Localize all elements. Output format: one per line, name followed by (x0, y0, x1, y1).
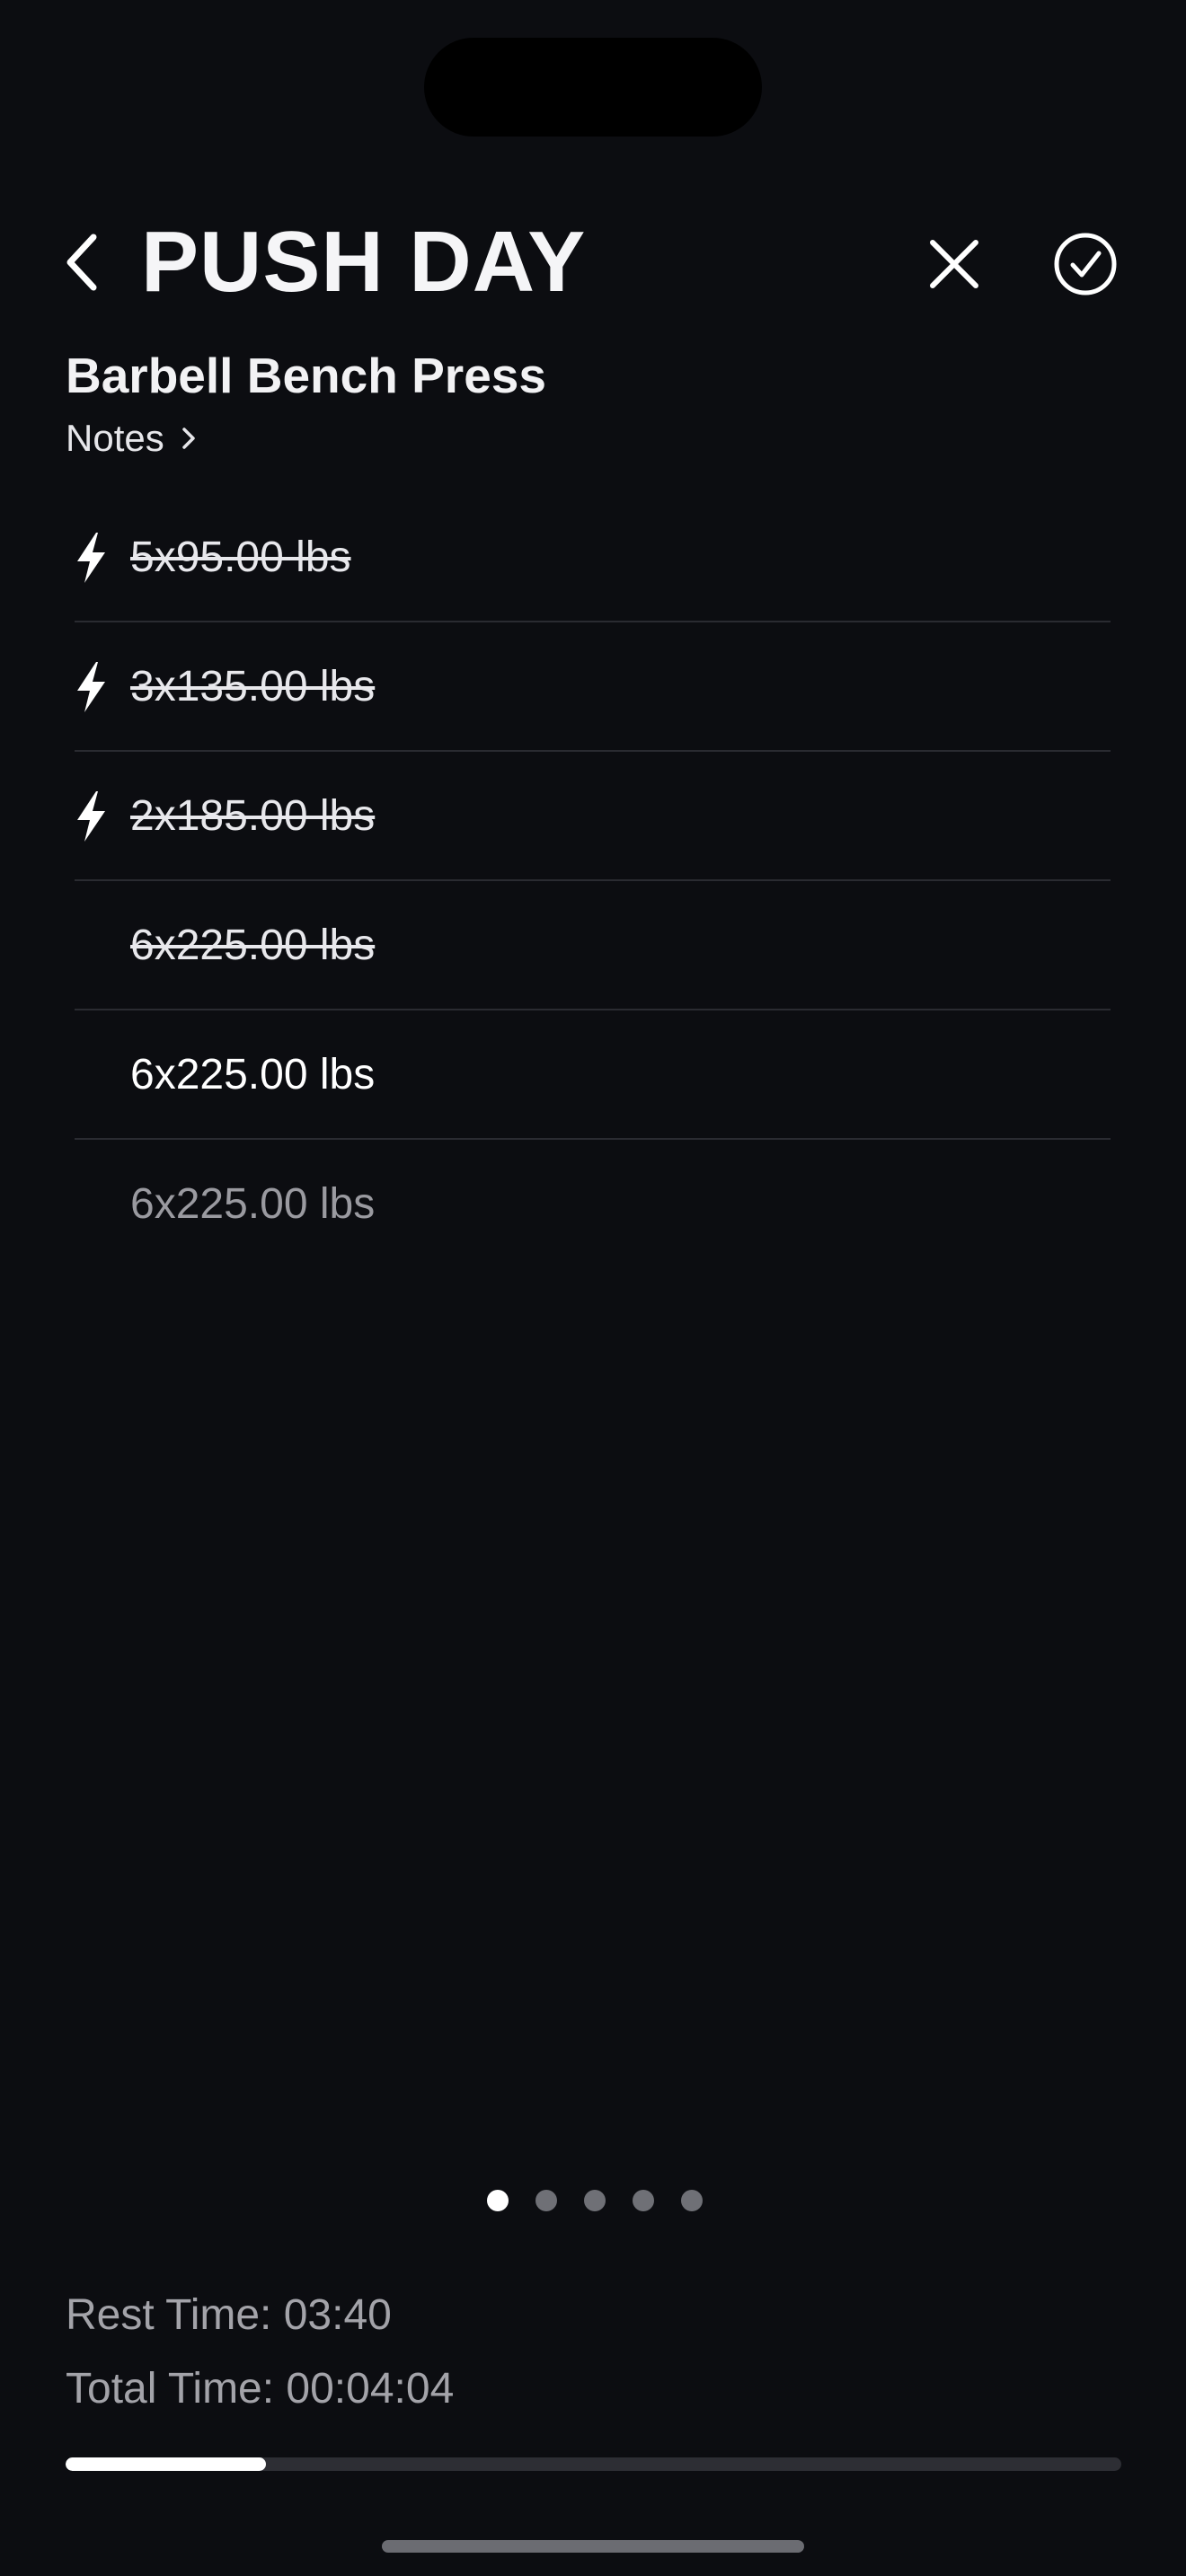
set-row[interactable]: 6x225.00 lbs (0, 1010, 1186, 1140)
workout-progress-fill (66, 2457, 267, 2471)
set-label: 6x225.00 lbs (130, 1051, 376, 1098)
page-dot[interactable] (633, 2190, 654, 2211)
set-label: 5x95.00 lbs (130, 534, 351, 581)
set-row[interactable]: 2x185.00 lbs (0, 752, 1186, 881)
bolt-icon (77, 533, 105, 583)
rest-time: Rest Time: 03:40 (66, 2291, 392, 2339)
close-icon (930, 240, 978, 288)
total-time: Total Time: 00:04:04 (66, 2365, 455, 2413)
set-row[interactable]: 5x95.00 lbs (0, 493, 1186, 622)
close-button[interactable] (922, 232, 987, 296)
page-dot[interactable] (487, 2190, 509, 2211)
set-row[interactable]: 6x225.00 lbs (0, 881, 1186, 1010)
dynamic-island (424, 38, 762, 137)
chevron-left-icon (66, 234, 97, 291)
set-label: 6x225.00 lbs (130, 1180, 376, 1228)
page-indicator[interactable] (487, 2190, 703, 2211)
notes-label: Notes (66, 417, 164, 459)
bolt-icon (77, 662, 105, 712)
page-dot[interactable] (584, 2190, 606, 2211)
chevron-right-icon (181, 428, 195, 449)
set-list: 5x95.00 lbs 3x135.00 lbs 2x185.00 lbs 6x225… (0, 493, 1186, 1269)
exercise-name: Barbell Bench Press (66, 348, 546, 403)
finish-workout-button[interactable] (1051, 230, 1120, 298)
notes-link[interactable]: Notes (66, 411, 199, 465)
workout-progress-bar (66, 2457, 1121, 2471)
set-row[interactable]: 6x225.00 lbs (0, 1140, 1186, 1269)
page-dot[interactable] (535, 2190, 557, 2211)
page-title: PUSH DAY (141, 214, 587, 310)
set-row[interactable]: 3x135.00 lbs (0, 622, 1186, 752)
home-indicator[interactable] (382, 2540, 804, 2553)
set-label: 3x135.00 lbs (130, 663, 376, 710)
back-button[interactable] (59, 226, 108, 298)
set-label: 2x185.00 lbs (130, 792, 376, 840)
page-dot[interactable] (681, 2190, 703, 2211)
bolt-icon (77, 791, 105, 842)
checkmark-circle-icon (1054, 233, 1117, 296)
workout-screen: PUSH DAY Barbell Bench Press Notes 5x95.… (0, 0, 1186, 2576)
set-label: 6x225.00 lbs (130, 922, 376, 969)
